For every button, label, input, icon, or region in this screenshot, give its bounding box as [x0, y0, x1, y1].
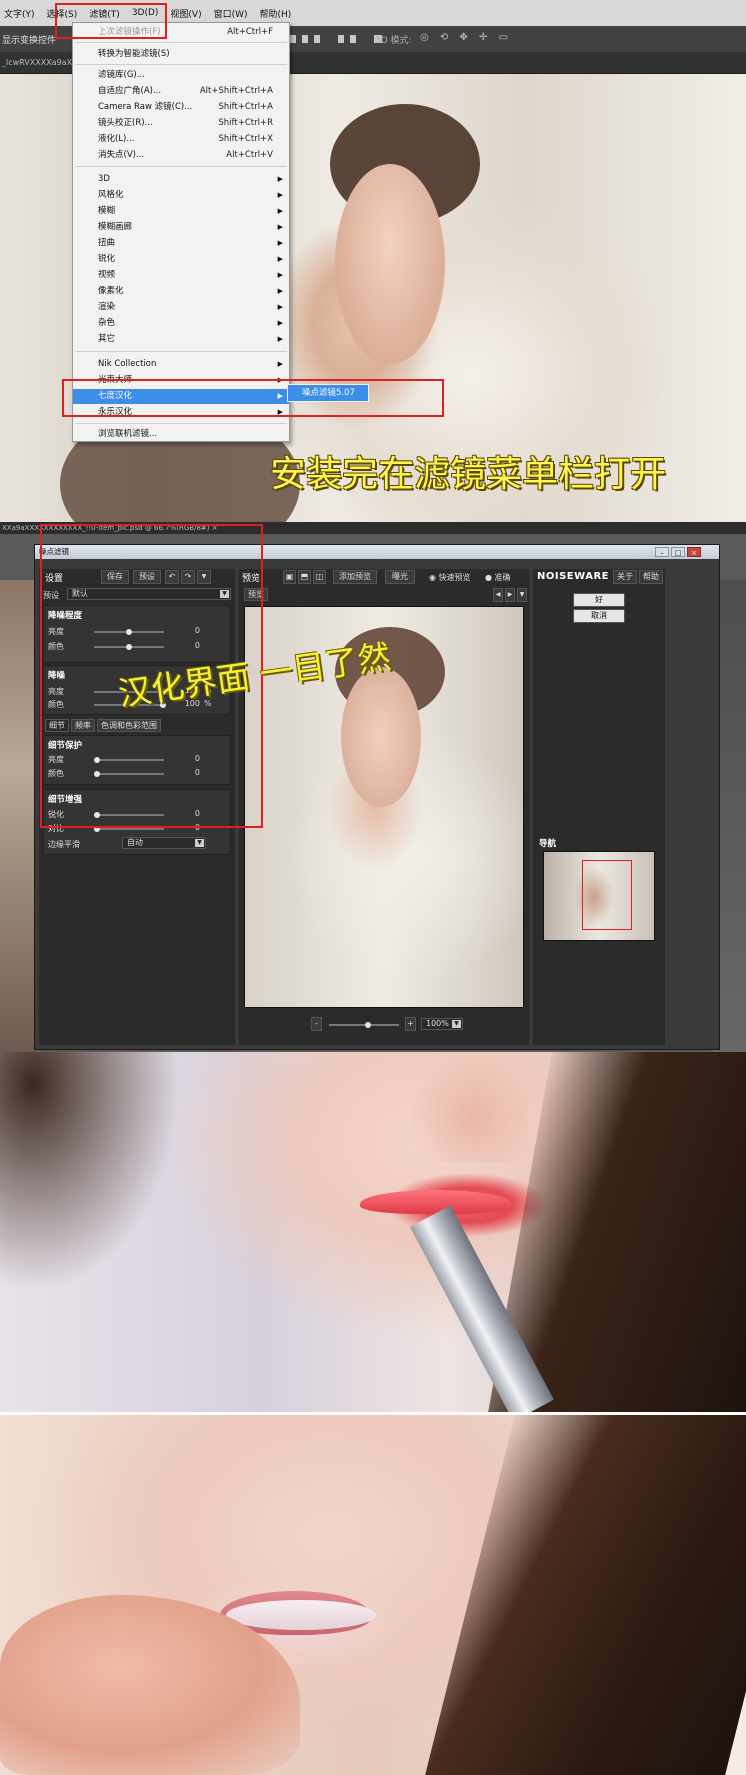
caption-install: 安装完在滤镜菜单栏打开: [270, 454, 667, 495]
chevron-right-icon: ▶: [277, 255, 283, 263]
menu-item-vanishing-point[interactable]: 消失点(V)... Alt+Ctrl+V: [73, 148, 289, 163]
menu-view[interactable]: 视图(V): [170, 7, 201, 20]
maximize-button[interactable]: □: [671, 547, 685, 557]
show-transform-controls[interactable]: 显示变换控件: [2, 33, 56, 46]
contrast-slider[interactable]: [94, 826, 164, 832]
menu-item-video[interactable]: 视频 ▶: [73, 268, 289, 283]
chevron-right-icon: ▶: [277, 303, 283, 311]
split-vertical-icon[interactable]: ◫: [313, 570, 326, 584]
minimize-button[interactable]: –: [655, 547, 669, 557]
menu-item-pixelate[interactable]: 像素化 ▶: [73, 284, 289, 299]
menu-item-blur[interactable]: 模糊 ▶: [73, 204, 289, 219]
edge-smoothing-label: 边缘平滑: [48, 840, 80, 849]
chevron-left-icon[interactable]: ◀: [493, 588, 503, 602]
chevron-right-icon: ▶: [277, 175, 283, 183]
zoom-in-button[interactable]: +: [405, 1017, 416, 1031]
chevron-right-icon: ▶: [277, 319, 283, 327]
slider-knob[interactable]: [365, 1022, 371, 1028]
menu-item-render[interactable]: 渲染 ▶: [73, 300, 289, 315]
menu-item-blur-gallery[interactable]: 模糊画廊 ▶: [73, 220, 289, 235]
menu-item-distort[interactable]: 扭曲 ▶: [73, 236, 289, 251]
split-horizontal-icon[interactable]: ⬒: [298, 570, 311, 584]
about-button[interactable]: 关于: [613, 570, 637, 584]
zoom-slider[interactable]: [329, 1022, 399, 1028]
chevron-right-icon: ▶: [277, 207, 283, 215]
3d-mode-label: 3D 模式:: [375, 36, 412, 46]
menu-text[interactable]: 文字(Y): [4, 7, 35, 20]
chevron-down-icon[interactable]: ▼: [517, 588, 527, 602]
align-icons[interactable]: [288, 33, 438, 45]
menu-item-adaptive-wide[interactable]: 自适应广角(A)... Alt+Shift+Ctrl+A: [73, 84, 289, 99]
chevron-down-icon: ▼: [452, 1020, 461, 1028]
menu-item-lens-correction[interactable]: 镜头校正(R)... Shift+Ctrl+R: [73, 116, 289, 131]
menu-help[interactable]: 帮助(H): [260, 7, 292, 20]
info-panel: NOISEWARE 5 关于 帮助 好 取消 导航: [533, 569, 665, 1045]
chevron-down-icon: ▼: [195, 839, 204, 847]
single-view-icon[interactable]: ▣: [283, 570, 296, 584]
menu-window[interactable]: 窗口(W): [214, 7, 248, 20]
chevron-right-icon: ▶: [277, 287, 283, 295]
chevron-right-icon[interactable]: ▶: [505, 588, 515, 602]
menu-item-3d[interactable]: 3D ▶: [73, 172, 289, 187]
cancel-button[interactable]: 取消: [573, 609, 625, 623]
photo-nose: [408, 1052, 528, 1162]
fast-preview-radio[interactable]: ◉ 快速预览: [429, 572, 471, 583]
annotation-box-plugin-item: [62, 379, 444, 417]
chevron-right-icon: ▶: [277, 191, 283, 199]
zoom-out-button[interactable]: -: [311, 1017, 322, 1031]
photoshop-filter-menu-screenshot: 文字(Y) 选择(S) 滤镜(T) 3D(D) 视图(V) 窗口(W) 帮助(H…: [0, 0, 746, 522]
photo-face: [341, 667, 421, 807]
menu-item-other[interactable]: 其它 ▶: [73, 332, 289, 347]
chevron-right-icon: ▶: [277, 271, 283, 279]
photo-lips: [360, 1190, 512, 1214]
zoom-select[interactable]: 100% ▼: [421, 1018, 463, 1030]
menu-item-filter-gallery[interactable]: 滤镜库(G)...: [73, 68, 289, 83]
menu-item-nik-collection[interactable]: Nik Collection ▶: [73, 357, 289, 372]
menu-divider: [75, 64, 287, 65]
ok-button[interactable]: 好: [573, 593, 625, 607]
photo-face: [335, 164, 445, 364]
edge-smoothing-select[interactable]: 自动 ▼: [122, 837, 206, 849]
chevron-right-icon: ▶: [277, 360, 283, 368]
menu-item-noise[interactable]: 杂色 ▶: [73, 316, 289, 331]
photo-candy-piece: [226, 1600, 376, 1630]
menu-divider: [75, 42, 287, 43]
annotation-box-filter-menu: [55, 3, 167, 39]
photo-lipstick: [0, 1052, 746, 1412]
photo-candy: [0, 1415, 746, 1775]
menu-divider: [75, 423, 287, 424]
navigator-viewport[interactable]: [582, 860, 632, 930]
add-preview-button[interactable]: 添加预览: [333, 570, 377, 584]
navigator-heading: 导航: [539, 839, 557, 849]
navigator-thumbnail[interactable]: [543, 851, 655, 941]
menu-item-stylize[interactable]: 风格化 ▶: [73, 188, 289, 203]
menu-divider: [75, 166, 287, 167]
chevron-right-icon: ▶: [277, 335, 283, 343]
noiseware-window-screenshot: XXa9aXXXXXXXXXXXX_!!0-item_pic.psd @ 66.…: [0, 522, 746, 1052]
help-button[interactable]: 帮助: [639, 570, 663, 584]
menu-divider: [75, 351, 287, 352]
chevron-right-icon: ▶: [277, 239, 283, 247]
exposure-button[interactable]: 曝光: [385, 570, 415, 584]
noiseware-brand: NOISEWARE 5: [537, 571, 621, 582]
menu-item-liquify[interactable]: 液化(L)... Shift+Ctrl+X: [73, 132, 289, 147]
3d-mode-icons[interactable]: ◎ ⟲ ✥ ✛ ▭: [420, 32, 512, 43]
photo-hair: [422, 1415, 746, 1775]
close-button[interactable]: ×: [687, 547, 701, 557]
page: 文字(Y) 选择(S) 滤镜(T) 3D(D) 视图(V) 窗口(W) 帮助(H…: [0, 0, 746, 1775]
align-icon-row: [290, 35, 382, 43]
menu-item-sharpen[interactable]: 锐化 ▶: [73, 252, 289, 267]
accurate-radio[interactable]: ● 准确: [485, 572, 511, 583]
menu-item-browse-online[interactable]: 浏览联机滤镜...: [73, 427, 289, 442]
menu-item-camera-raw[interactable]: Camera Raw 滤镜(C)... Shift+Ctrl+A: [73, 100, 289, 115]
menu-item-smart-filter[interactable]: 转换为智能滤镜(S): [73, 47, 289, 62]
chevron-right-icon: ▶: [277, 223, 283, 231]
photo-hair: [0, 1052, 180, 1292]
